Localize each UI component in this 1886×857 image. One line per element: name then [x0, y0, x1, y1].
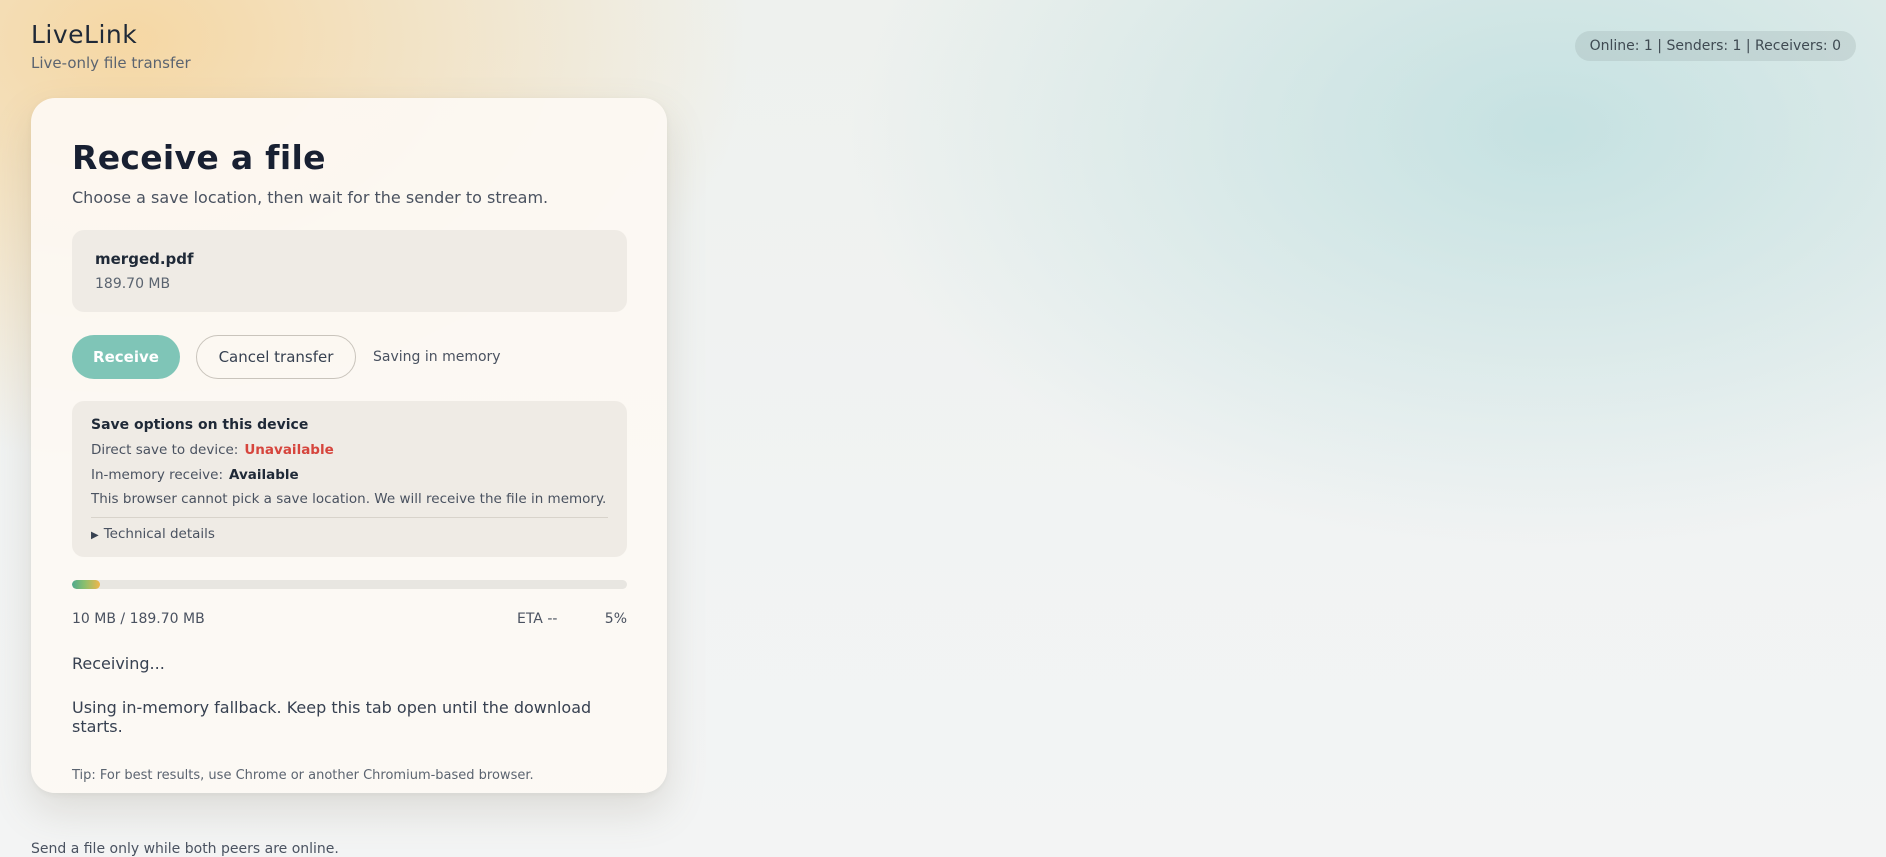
technical-details-label: Technical details: [103, 526, 215, 543]
receive-card: Receive a file Choose a save location, t…: [31, 98, 667, 793]
browser-tip: Tip: For best results, use Chrome or ano…: [72, 768, 534, 784]
app-header: LiveLink Live-only file transfer: [31, 20, 191, 72]
save-options-panel: Save options on this device Direct save …: [72, 401, 627, 558]
progress-meta: 10 MB / 189.70 MB ETA -- 5%: [72, 611, 627, 627]
direct-save-row: Direct save to device: Unavailable: [91, 442, 608, 458]
progress-bar-fill: [72, 580, 100, 590]
file-name: merged.pdf: [95, 250, 194, 269]
app-subtitle: Live-only file transfer: [31, 54, 191, 72]
receive-button[interactable]: Receive: [72, 335, 180, 380]
receive-status: Receiving...: [72, 654, 165, 674]
in-memory-label: In-memory receive:: [91, 467, 223, 484]
save-options-note: This browser cannot pick a save location…: [91, 491, 607, 508]
footer-note: Send a file only while both peers are on…: [31, 841, 339, 857]
disclosure-triangle-icon: ▶: [91, 530, 99, 542]
divider: [91, 517, 608, 519]
presence-status-badge: Online: 1 | Senders: 1 | Receivers: 0: [1574, 31, 1856, 61]
transferred-amount: 10 MB / 189.70 MB: [72, 611, 205, 628]
action-row: Receive Cancel transfer Saving in memory: [72, 335, 627, 380]
saving-mode-label: Saving in memory: [373, 349, 501, 366]
cancel-transfer-button[interactable]: Cancel transfer: [196, 335, 356, 380]
fallback-note: Using in-memory fallback. Keep this tab …: [72, 698, 592, 737]
eta-label: ETA --: [517, 611, 558, 628]
page-title: Receive a file: [72, 138, 326, 177]
file-size: 189.70 MB: [95, 276, 171, 293]
save-options-title: Save options on this device: [91, 417, 309, 434]
in-memory-status: Available: [229, 467, 299, 484]
progress-bar: [72, 580, 627, 590]
progress-percent: 5%: [604, 611, 627, 628]
file-info-panel: merged.pdf 189.70 MB: [72, 230, 627, 313]
direct-save-label: Direct save to device:: [91, 442, 239, 459]
direct-save-status: Unavailable: [244, 442, 334, 459]
in-memory-row: In-memory receive: Available: [91, 467, 608, 483]
technical-details-toggle[interactable]: ▶ Technical details: [91, 526, 608, 542]
app-title: LiveLink: [31, 20, 138, 49]
page-subtitle: Choose a save location, then wait for th…: [72, 188, 549, 208]
